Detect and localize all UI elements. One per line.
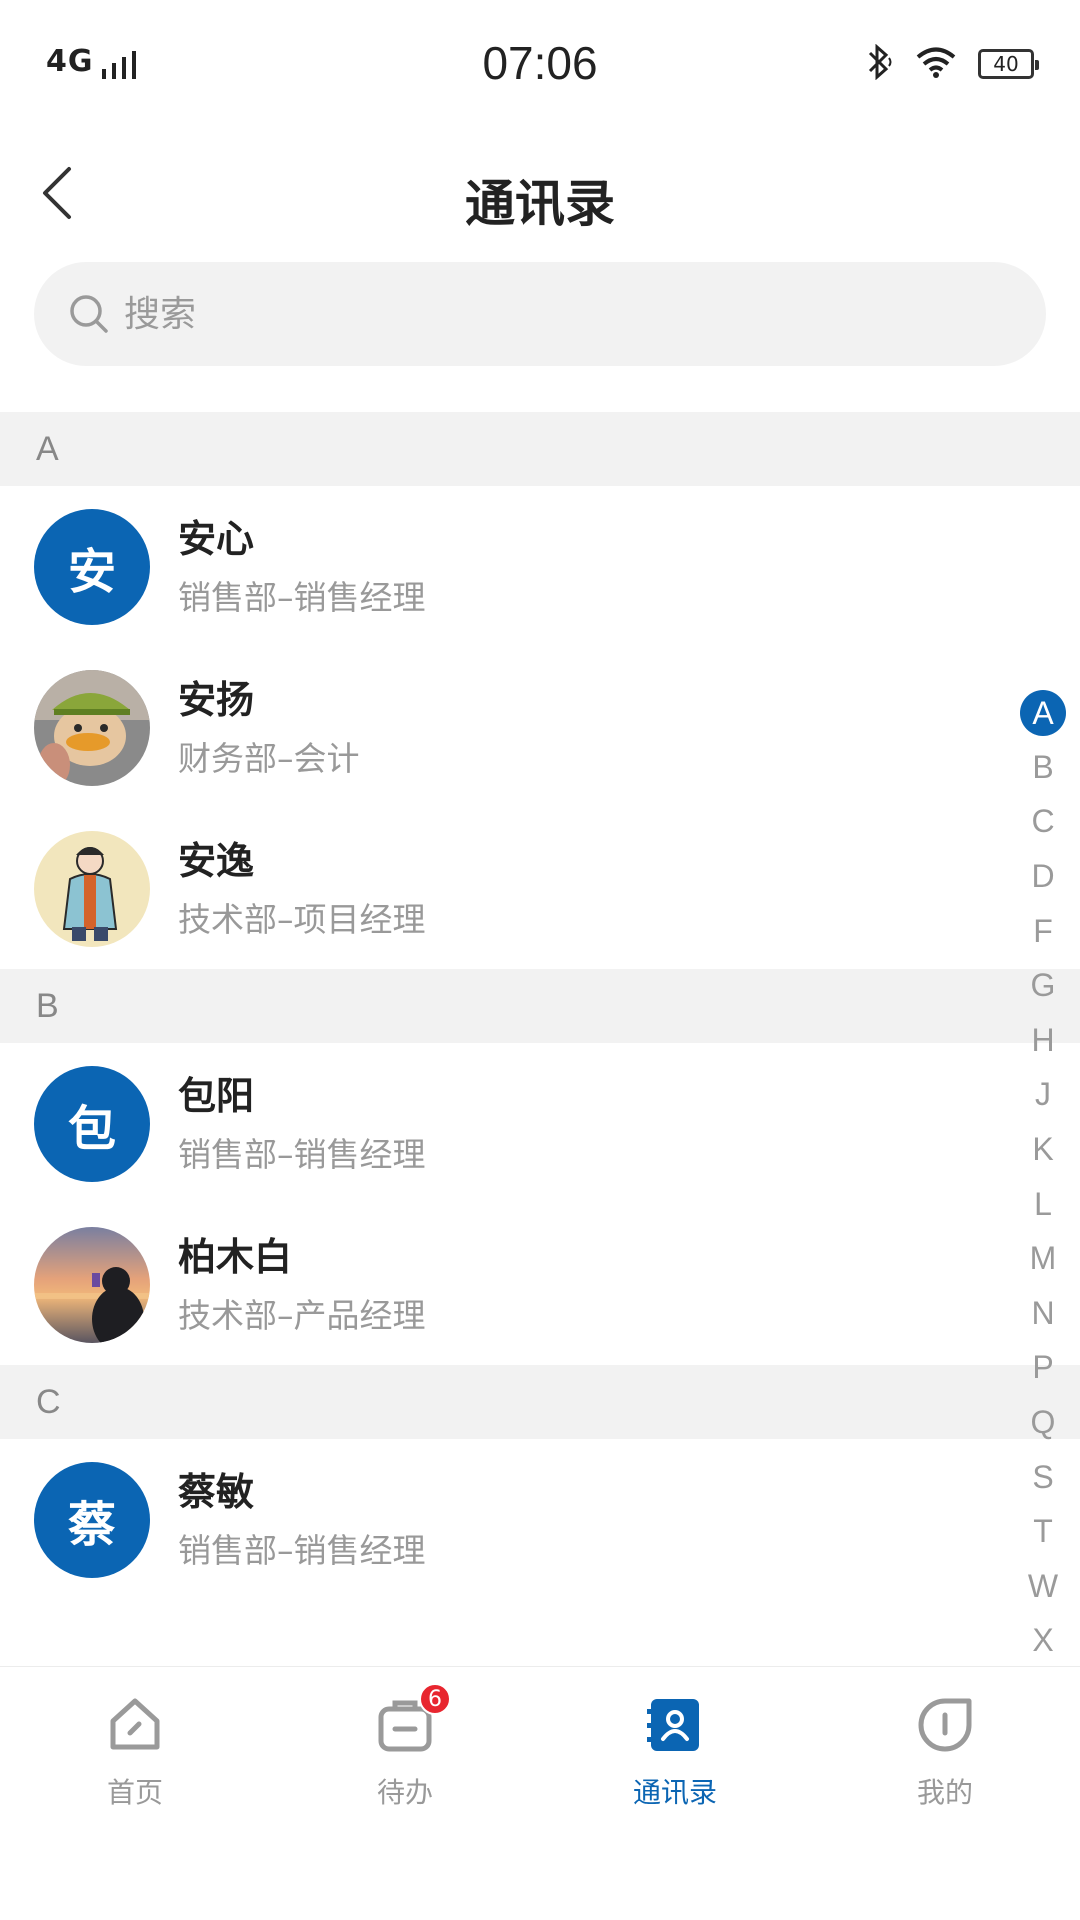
battery-icon: 40 <box>978 49 1039 79</box>
wifi-icon <box>916 46 956 82</box>
search-input[interactable] <box>124 293 924 335</box>
contact-item[interactable]: 安逸 技术部–项目经理 <box>0 808 1080 969</box>
notification-badge: 6 <box>419 1683 451 1715</box>
tab-label: 待办 <box>376 1776 433 1809</box>
section-header-c: C <box>0 1365 1080 1439</box>
contact-item[interactable]: 柏木白 技术部–产品经理 <box>0 1204 1080 1365</box>
index-letter-d[interactable]: D <box>1031 849 1054 904</box>
bottom-tab-bar: 首页 6 待办 通讯录 我的 <box>0 1666 1080 1846</box>
contact-dept: 技术部–项目经理 <box>178 899 426 939</box>
contact-dept: 财务部–会计 <box>178 738 360 778</box>
avatar: 安 <box>34 508 150 625</box>
section-header-a: A <box>0 412 1080 486</box>
index-letter-b[interactable]: B <box>1032 740 1053 795</box>
tab-label: 通讯录 <box>632 1776 717 1809</box>
index-letter-t[interactable]: T <box>1033 1504 1053 1559</box>
profile-icon <box>913 1693 977 1757</box>
status-bar: 4G 07:06 40 <box>0 0 1080 130</box>
contact-dept: 销售部–销售经理 <box>178 1134 426 1174</box>
tab-label: 我的 <box>916 1776 973 1809</box>
contact-name: 柏木白 <box>178 1234 293 1279</box>
search-bar[interactable] <box>34 262 1046 366</box>
contact-dept: 销售部–销售经理 <box>178 1530 426 1570</box>
alphabet-index[interactable]: A B C D F G H J K L M N P Q S T W X <box>1018 686 1068 1668</box>
tab-profile[interactable]: 我的 <box>810 1667 1080 1846</box>
contact-name: 蔡敏 <box>178 1469 255 1514</box>
index-letter-m[interactable]: M <box>1030 1231 1057 1286</box>
index-letter-q[interactable]: Q <box>1031 1395 1056 1450</box>
contact-name: 安逸 <box>178 838 255 883</box>
index-letter-l[interactable]: L <box>1034 1177 1052 1232</box>
index-letter-h[interactable]: H <box>1031 1013 1054 1068</box>
index-letter-w[interactable]: W <box>1028 1559 1058 1614</box>
battery-level: 40 <box>993 52 1019 76</box>
contact-name: 包阳 <box>178 1073 255 1118</box>
index-letter-x[interactable]: X <box>1032 1614 1053 1669</box>
avatar <box>34 669 150 786</box>
tab-home[interactable]: 首页 <box>0 1667 270 1846</box>
contact-item[interactable]: 包 包阳 销售部–销售经理 <box>0 1043 1080 1204</box>
avatar: 包 <box>34 1065 150 1182</box>
index-letter-j[interactable]: J <box>1035 1068 1051 1123</box>
avatar <box>34 830 150 947</box>
contact-item[interactable]: 蔡 蔡敏 销售部–销售经理 <box>0 1439 1080 1600</box>
index-letter-c[interactable]: C <box>1031 795 1054 850</box>
nav-header: 通讯录 <box>0 140 1080 250</box>
index-letter-g[interactable]: G <box>1031 958 1056 1013</box>
contact-name: 安扬 <box>178 677 255 722</box>
index-letter-n[interactable]: N <box>1031 1286 1054 1341</box>
tab-label: 首页 <box>106 1776 163 1809</box>
index-letter-p[interactable]: P <box>1032 1341 1053 1396</box>
section-header-b: B <box>0 969 1080 1043</box>
avatar: 蔡 <box>34 1461 150 1578</box>
contact-item[interactable]: 安扬 财务部–会计 <box>0 647 1080 808</box>
contact-name: 安心 <box>178 516 255 561</box>
home-icon <box>103 1693 167 1757</box>
contact-dept: 技术部–产品经理 <box>178 1295 426 1335</box>
search-icon <box>70 295 108 333</box>
todo-icon: 6 <box>373 1683 451 1757</box>
avatar <box>34 1226 150 1343</box>
contact-dept: 销售部–销售经理 <box>178 577 426 617</box>
index-letter-a[interactable]: A <box>1020 690 1066 736</box>
bluetooth-icon <box>864 43 894 84</box>
index-letter-s[interactable]: S <box>1032 1450 1053 1505</box>
index-letter-f[interactable]: F <box>1033 904 1053 959</box>
contact-item[interactable]: 安 安心 销售部–销售经理 <box>0 486 1080 647</box>
contact-list[interactable]: A 安 安心 销售部–销售经理 安扬 财务部–会计 安逸 技术部–项目经理 B … <box>0 412 1080 1666</box>
index-letter-k[interactable]: K <box>1032 1122 1053 1177</box>
tab-contacts[interactable]: 通讯录 <box>540 1667 810 1846</box>
contacts-icon <box>643 1693 707 1757</box>
tab-todo[interactable]: 6 待办 <box>270 1667 540 1846</box>
page-title: 通讯录 <box>465 175 615 233</box>
